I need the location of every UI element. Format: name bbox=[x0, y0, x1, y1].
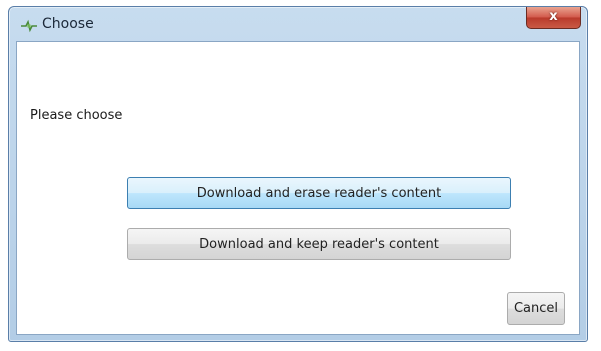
prompt-text: Please choose bbox=[30, 108, 123, 123]
close-button[interactable]: x bbox=[526, 7, 581, 29]
window-title: Choose bbox=[42, 16, 94, 32]
download-erase-button[interactable]: Download and erase reader's content bbox=[127, 177, 511, 209]
dialog-body: Please choose Download and erase reader'… bbox=[16, 41, 580, 335]
close-icon: x bbox=[549, 9, 558, 24]
title-bar[interactable]: Choose x bbox=[9, 7, 587, 41]
download-keep-button[interactable]: Download and keep reader's content bbox=[127, 228, 511, 260]
cancel-button[interactable]: Cancel bbox=[507, 292, 565, 325]
app-icon bbox=[20, 18, 38, 33]
dialog-window: Choose x Please choose Download and eras… bbox=[8, 6, 588, 342]
